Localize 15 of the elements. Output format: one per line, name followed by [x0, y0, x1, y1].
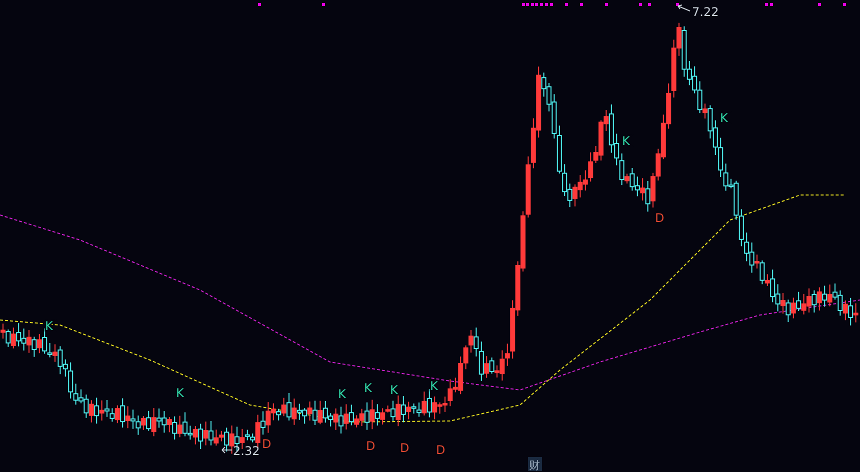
signal-marker: K: [338, 387, 346, 401]
signal-marker: K: [720, 111, 728, 125]
low-price-pointer: 2.32: [222, 444, 260, 458]
signal-marker: D: [655, 211, 664, 225]
signal-marker: K: [364, 381, 372, 395]
signal-marker: K: [176, 386, 184, 400]
signal-marker: K: [622, 134, 630, 148]
high-price-pointer: 7.22: [678, 4, 719, 19]
signal-marker: K: [430, 379, 438, 393]
signal-marker: D: [262, 437, 272, 451]
finance-badge: 财: [528, 457, 542, 472]
signal-marker: D: [400, 441, 410, 455]
signal-marker: D: [366, 439, 376, 453]
signal-marker: K: [390, 383, 398, 397]
signal-marker: D: [436, 443, 446, 457]
